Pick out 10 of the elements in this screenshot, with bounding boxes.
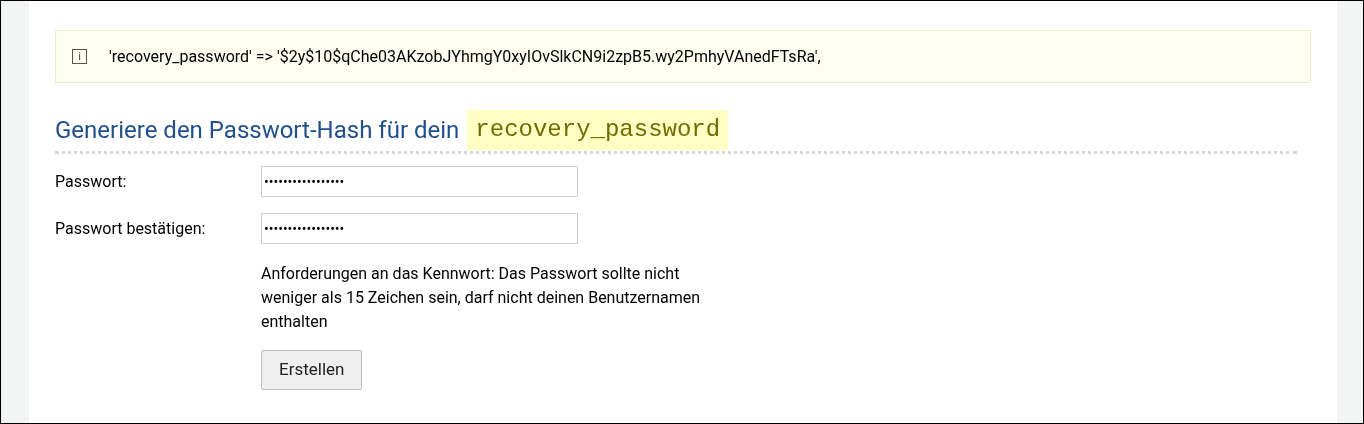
create-button[interactable]: Erstellen: [261, 350, 363, 390]
password-requirements: Anforderungen an das Kennwort: Das Passwort sollte nicht weniger als 15 Zeichen sein, darf nicht deinen Benutzernamen enthalten: [261, 263, 701, 333]
hash-text: 'recovery_password' => '$2y$10$qChe03AKzobJYhmgY0xyIOvSlkCN9i2zpB5.wy2PmhyVAnedFTsRa',: [109, 45, 821, 68]
password-field[interactable]: •••••••••••••••••: [261, 213, 578, 244]
field-label: Passwort:: [55, 170, 128, 193]
info-icon: i: [72, 49, 87, 64]
field-label: Passwort bestätigen:: [55, 217, 207, 240]
section-heading: Generiere den Passwort-Hash für dein: [55, 115, 460, 146]
password-field[interactable]: •••••••••••••••••: [261, 166, 578, 197]
code-label: recovery_password: [467, 110, 729, 150]
